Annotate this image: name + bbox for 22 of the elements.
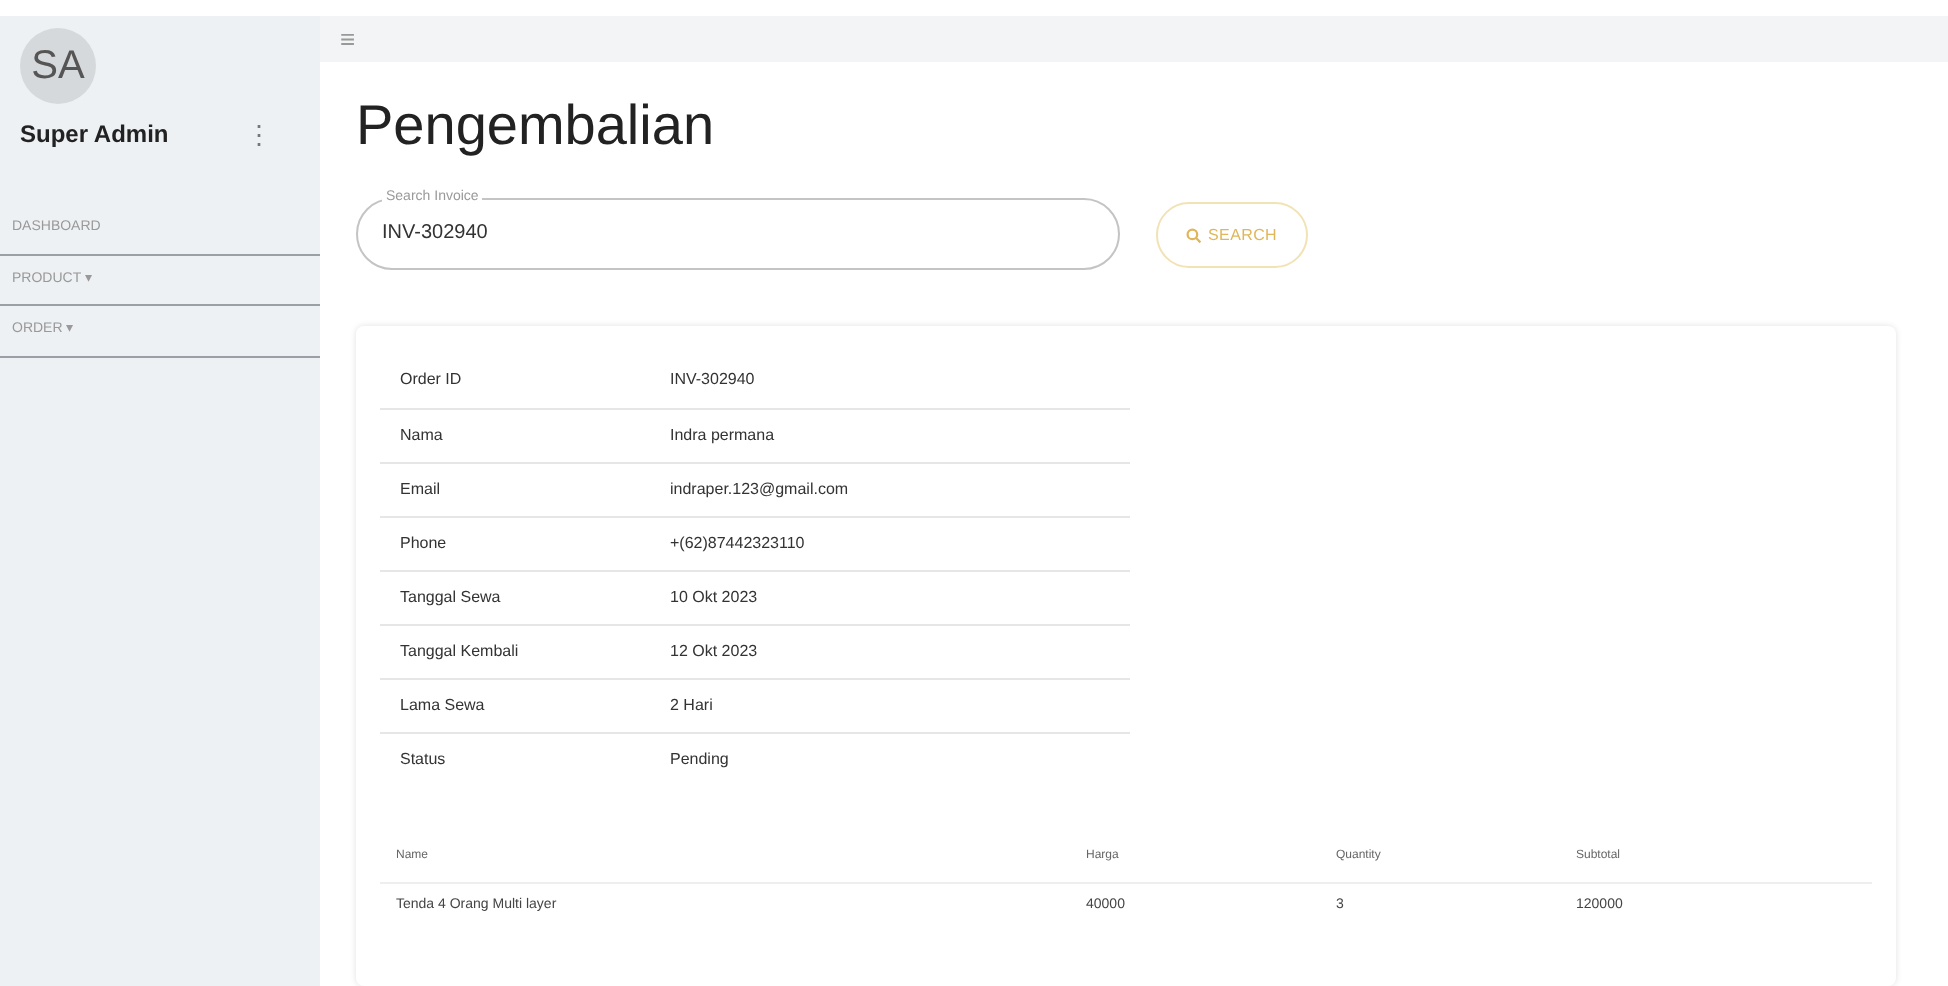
detail-value: 10 Okt 2023 xyxy=(670,587,758,605)
detail-label: Phone xyxy=(400,533,447,551)
detail-value: 2 Hari xyxy=(670,695,713,713)
detail-value: +(62)87442323110 xyxy=(670,533,805,551)
search-icon xyxy=(1186,227,1202,243)
user-name: Super Admin xyxy=(20,118,169,152)
detail-label: Status xyxy=(400,749,446,768)
detail-value: 12 Okt 2023 xyxy=(670,641,758,659)
detail-value: Indra permana xyxy=(670,425,775,443)
detail-label: Tanggal Kembali xyxy=(400,641,519,659)
detail-value: indraper.123@gmail.com xyxy=(670,479,849,497)
detail-label: Nama xyxy=(400,425,443,443)
detail-label: Tanggal Sewa xyxy=(400,587,501,605)
detail-label: Lama Sewa xyxy=(400,695,485,713)
search-button[interactable]: SEARCH xyxy=(1156,202,1308,268)
search-input[interactable]: INV-302940 xyxy=(382,218,1094,248)
detail-value: INV-302940 xyxy=(670,370,755,389)
detail-label: Order ID xyxy=(400,370,462,389)
detail-value: Pending xyxy=(670,749,729,768)
page-title: Pengembalian xyxy=(356,92,717,160)
avatar: SA xyxy=(20,28,96,104)
detail-label: Email xyxy=(400,479,441,497)
